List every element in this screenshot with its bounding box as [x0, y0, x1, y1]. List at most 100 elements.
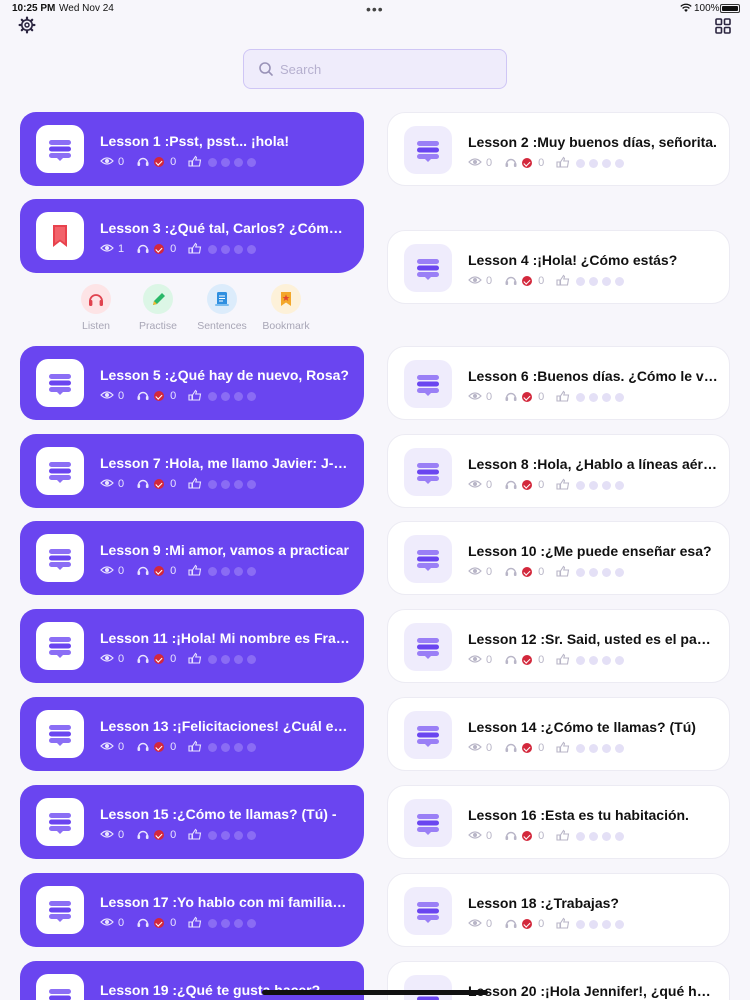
lesson-card-9[interactable]: Lesson 9 :Mi amor, vamos a practicar 0 0 — [20, 521, 364, 595]
lesson-card-11[interactable]: Lesson 11 :¡Hola! Mi nombre es Francisco… — [20, 609, 364, 683]
lesson-title: Lesson 8 :Hola, ¿Hablo a líneas aéreas? — [468, 456, 718, 472]
lesson-card-18[interactable]: Lesson 18 :¿Trabajas? 0 0 — [387, 873, 730, 947]
check-icon — [522, 276, 533, 286]
check-icon — [154, 479, 165, 489]
headphones-icon — [504, 917, 522, 932]
thumbs-up-icon — [556, 653, 576, 668]
lesson-card-14[interactable]: Lesson 14 :¿Cómo te llamas? (Tú) 0 0 — [387, 697, 730, 771]
bookmark-star-icon — [271, 284, 301, 314]
chat-stack-icon — [36, 447, 84, 495]
search-input[interactable] — [280, 58, 490, 80]
listen-count: 0 — [538, 830, 545, 842]
progress-dot — [615, 919, 625, 929]
settings-gear-icon[interactable] — [18, 16, 36, 34]
lesson-title: Lesson 5 :¿Qué hay de nuevo, Rosa? — [100, 367, 349, 383]
lesson-card-16[interactable]: Lesson 16 :Esta es tu habitación. 0 0 — [387, 785, 730, 859]
view-count: 0 — [118, 565, 125, 577]
home-indicator[interactable] — [262, 990, 488, 995]
lesson-card-1[interactable]: Lesson 1 :Psst, psst... ¡hola! 0 0 — [20, 112, 364, 186]
sentences-button[interactable]: Sentences — [192, 284, 252, 332]
view-count: 0 — [118, 478, 125, 490]
eye-icon — [100, 477, 118, 492]
chat-stack-icon — [404, 244, 452, 292]
lesson-stats: 00 — [468, 390, 628, 404]
lesson-stats: 00 — [468, 274, 628, 288]
chat-stack-icon — [404, 535, 452, 583]
progress-dot — [615, 158, 625, 168]
practise-button[interactable]: Practise — [128, 284, 188, 332]
lesson-card-13[interactable]: Lesson 13 :¡Felicitaciones! ¿Cuál es su … — [20, 697, 364, 771]
lesson-card-6[interactable]: Lesson 6 :Buenos días. ¿Cómo le va? 0 0 — [387, 346, 730, 420]
headphones-icon — [504, 829, 522, 844]
check-icon — [522, 743, 533, 753]
lesson-card-17[interactable]: Lesson 17 :Yo hablo con mi familia cada … — [20, 873, 364, 947]
progress-dot — [602, 655, 612, 665]
lesson-title: Lesson 18 :¿Trabajas? — [468, 895, 619, 911]
progress-dot — [221, 157, 231, 167]
progress-dot — [234, 654, 244, 664]
eye-icon — [100, 916, 118, 931]
chat-stack-icon — [404, 799, 452, 847]
progress-dot — [615, 276, 625, 286]
wifi-icon — [680, 3, 692, 12]
progress-dot — [234, 244, 244, 254]
headphones-icon — [136, 916, 154, 931]
progress-dot — [234, 830, 244, 840]
progress-dot — [208, 566, 218, 576]
lesson-stats: 00 — [468, 565, 628, 579]
chat-stack-icon — [404, 975, 452, 1000]
status-time: 10:25 PM — [12, 3, 56, 14]
view-count: 0 — [118, 917, 125, 929]
lesson-title: Lesson 12 :Sr. Said, usted es el padre — [468, 631, 718, 647]
chat-stack-icon — [36, 798, 84, 846]
view-count: 0 — [118, 829, 125, 841]
headphones-icon — [136, 155, 154, 170]
progress-dot — [221, 830, 231, 840]
lesson-title: Lesson 11 :¡Hola! Mi nombre es Francisco — [100, 630, 350, 646]
lesson-card-3[interactable]: Lesson 3 :¿Qué tal, Carlos? ¿Cómo está? 1… — [20, 199, 364, 273]
thumbs-up-icon — [188, 477, 208, 492]
headphones-icon — [136, 242, 154, 257]
progress-dot — [589, 567, 599, 577]
grid-view-icon[interactable] — [714, 17, 732, 35]
lesson-card-12[interactable]: Lesson 12 :Sr. Said, usted es el padre 0 0 — [387, 609, 730, 683]
lesson-card-15[interactable]: Lesson 15 :¿Cómo te llamas? (Tú) -00 — [20, 785, 364, 859]
thumbs-up-icon — [556, 156, 576, 171]
lesson-card-5[interactable]: Lesson 5 :¿Qué hay de nuevo, Rosa? 0 0 — [20, 346, 364, 420]
listen-button[interactable]: Listen — [66, 284, 126, 332]
listen-count: 0 — [170, 565, 177, 577]
check-icon — [154, 918, 165, 928]
progress-dot — [247, 918, 257, 928]
lesson-card-2[interactable]: Lesson 2 :Muy buenos días, señorita. 0 0 — [387, 112, 730, 186]
check-icon — [522, 567, 533, 577]
chat-stack-icon — [404, 360, 452, 408]
view-count: 0 — [486, 157, 493, 169]
eye-icon — [468, 390, 486, 405]
lesson-stats: 00 — [100, 652, 260, 666]
chat-stack-icon — [404, 448, 452, 496]
headphones-icon — [81, 284, 111, 314]
progress-dot — [576, 831, 586, 841]
thumbs-up-icon — [188, 389, 208, 404]
eye-icon — [100, 652, 118, 667]
search-bar[interactable] — [243, 49, 507, 89]
thumbs-up-icon — [556, 274, 576, 289]
progress-dot — [234, 157, 244, 167]
thumbs-up-icon — [556, 390, 576, 405]
thumbs-up-icon — [188, 740, 208, 755]
lesson-card-7[interactable]: Lesson 7 :Hola, me llamo Javier: J-A-V-I… — [20, 434, 364, 508]
eye-icon — [468, 653, 486, 668]
progress-dot — [576, 480, 586, 490]
lesson-stats: 00 — [100, 916, 260, 930]
check-icon — [522, 655, 533, 665]
search-icon — [259, 62, 273, 76]
lesson-title: Lesson 7 :Hola, me llamo Javier: J-A-V-I… — [100, 455, 350, 471]
multitasking-dots-icon[interactable]: ••• — [366, 1, 384, 17]
battery-percent: 100% — [694, 3, 720, 14]
lesson-card-10[interactable]: Lesson 10 :¿Me puede enseñar esa? 0 0 — [387, 521, 730, 595]
lesson-card-4[interactable]: Lesson 4 :¡Hola! ¿Cómo estás? 0 0 — [387, 230, 730, 304]
check-icon — [154, 654, 165, 664]
progress-dot — [589, 480, 599, 490]
lesson-card-8[interactable]: Lesson 8 :Hola, ¿Hablo a líneas aéreas? 0… — [387, 434, 730, 508]
bookmark-button[interactable]: Bookmark — [256, 284, 316, 332]
